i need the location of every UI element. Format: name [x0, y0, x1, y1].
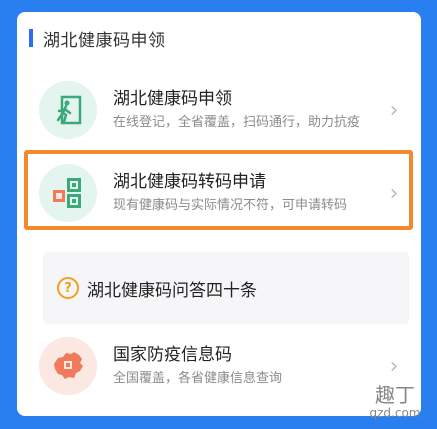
- list-item-national-code[interactable]: 国家防疫信息码 全国覆盖，各省健康信息查询 ›: [25, 330, 413, 402]
- question-bubble-icon: ?: [57, 277, 79, 299]
- watermark-domain: qzd.com: [369, 406, 421, 420]
- list-item-transfer[interactable]: 湖北健康码转码申请 现有健康码与实际情况不符，可申请转码 ›: [25, 150, 413, 236]
- watermark: 趣丁 qzd.com: [357, 384, 433, 420]
- qa-item[interactable]: ? 湖北健康码问答四十条: [43, 252, 409, 324]
- china-map-icon: [39, 337, 97, 395]
- qr-code-icon: [39, 164, 97, 222]
- item-title: 湖北健康码转码申请: [113, 171, 266, 192]
- section-title: 湖北健康码申领: [43, 30, 166, 51]
- item-subtitle: 全国覆盖，各省健康信息查询: [113, 370, 283, 386]
- watermark-logo-text: 趣丁: [375, 383, 415, 407]
- qa-label: 湖北健康码问答四十条: [87, 280, 257, 301]
- entry-door-icon: [39, 81, 97, 139]
- chevron-right-icon: ›: [389, 353, 399, 379]
- list-item-apply[interactable]: 湖北健康码申领 在线登记，全省覆盖，扫码通行，助力抗疫 ›: [25, 68, 413, 152]
- chevron-right-icon: ›: [389, 97, 399, 123]
- section-header: 湖北健康码申领: [29, 26, 166, 51]
- main-card: 湖北健康码申领 湖北健康码申领 在线登记，全省覆盖，扫码通行，助力抗疫 › 湖北…: [17, 12, 421, 416]
- item-subtitle: 现有健康码与实际情况不符，可申请转码: [113, 197, 348, 213]
- item-title: 国家防疫信息码: [113, 344, 232, 365]
- item-title: 湖北健康码申领: [113, 88, 232, 109]
- item-subtitle: 在线登记，全省覆盖，扫码通行，助力抗疫: [113, 114, 361, 130]
- chevron-right-icon: ›: [389, 180, 399, 206]
- section-accent-bar: [29, 29, 33, 47]
